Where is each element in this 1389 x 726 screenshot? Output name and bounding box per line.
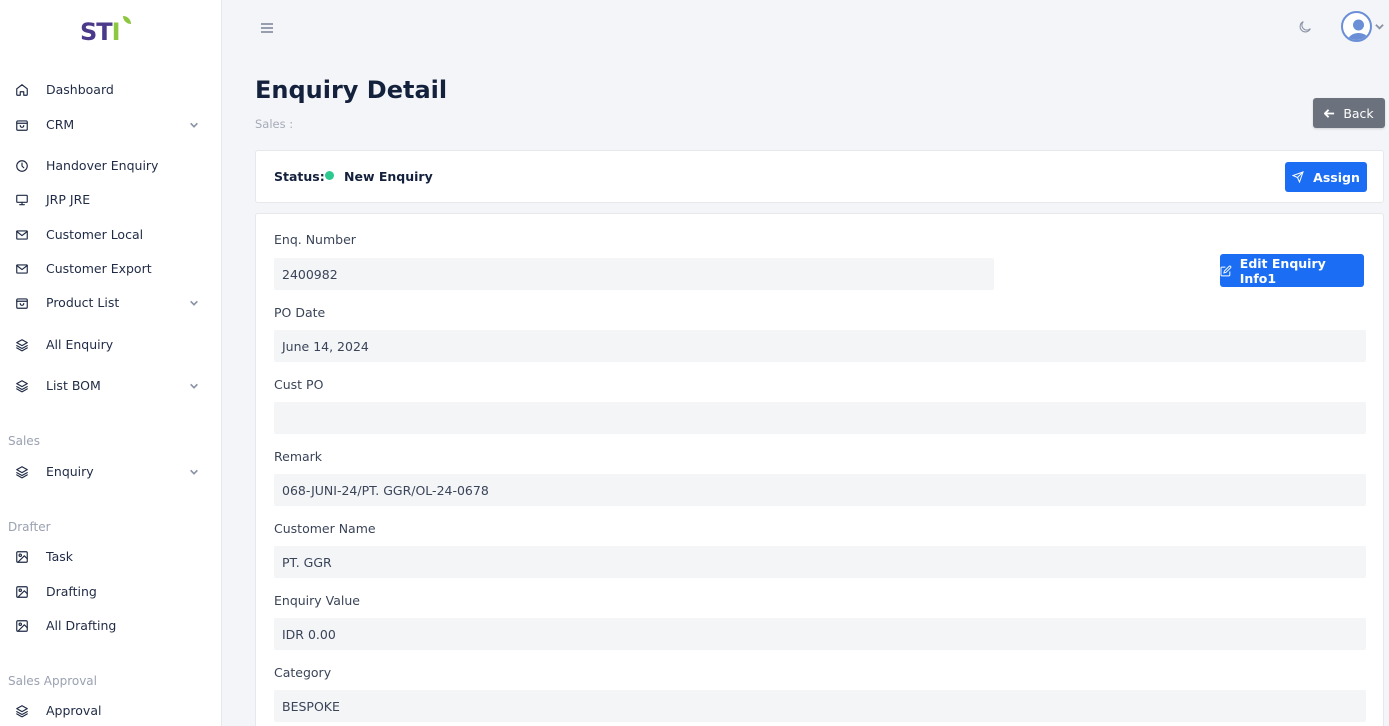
po-date-label: PO Date xyxy=(274,305,326,320)
clock-icon xyxy=(14,158,30,174)
send-icon xyxy=(1292,171,1304,183)
sidebar-item-crm[interactable]: CRM xyxy=(0,113,222,137)
chevron-down-icon[interactable] xyxy=(189,466,201,478)
breadcrumb: Sales : xyxy=(255,117,294,131)
status-dot xyxy=(325,171,334,180)
sidebar-item-enquiry[interactable]: Enquiry xyxy=(0,460,222,484)
sidebar-item-dashboard[interactable]: Dashboard xyxy=(0,78,222,102)
enq-number-field: 2400982 xyxy=(274,258,994,290)
customer-name-label: Customer Name xyxy=(274,521,376,536)
category-field: BESPOKE xyxy=(274,690,1366,722)
enquiry-detail-card: Edit Enquiry Info1 Enq. Number 2400982 P… xyxy=(255,213,1384,726)
sidebar-item-label: Dashboard xyxy=(46,82,114,97)
chevron-down-icon[interactable] xyxy=(189,297,201,309)
sidebar-item-label: JRP JRE xyxy=(46,192,91,207)
customer-name-field: PT. GGR xyxy=(274,546,1366,578)
bag-icon xyxy=(14,117,30,133)
status-card: Status: New Enquiry Assign xyxy=(255,150,1384,203)
sidebar-item-label: Customer Local xyxy=(46,227,144,242)
menu-toggle-icon[interactable] xyxy=(259,20,277,36)
sidebar-item-all-drafting[interactable]: All Drafting xyxy=(0,614,222,638)
edit-enquiry-button-label: Edit Enquiry Info1 xyxy=(1239,255,1326,286)
avatar[interactable] xyxy=(1341,11,1372,42)
mail-icon xyxy=(14,227,30,243)
sidebar-item-label: List BOM xyxy=(46,378,101,393)
user-icon xyxy=(1347,19,1370,40)
section-title-drafter: Drafter xyxy=(8,520,51,534)
sidebar-item-label: Customer Export xyxy=(46,261,152,276)
section-title-sales: Sales xyxy=(8,434,40,448)
sidebar-item-label: Enquiry xyxy=(46,464,94,479)
remark-label: Remark xyxy=(274,449,323,464)
sidebar-item-task[interactable]: Task xyxy=(0,545,222,569)
image-icon xyxy=(14,584,30,600)
chevron-down-icon[interactable] xyxy=(1375,20,1385,30)
mail-icon xyxy=(14,261,30,277)
logo-leaf xyxy=(123,16,131,24)
layers-icon xyxy=(14,378,30,394)
sidebar-item-label: Drafting xyxy=(46,584,97,599)
sidebar-item-product-list[interactable]: Product List xyxy=(0,291,222,315)
chevron-down-icon[interactable] xyxy=(189,380,201,392)
back-button-label: Back xyxy=(1343,105,1374,121)
cust-po-field xyxy=(274,402,1366,434)
status-value: New Enquiry xyxy=(344,169,433,184)
layers-icon xyxy=(14,703,30,719)
enq-number-label: Enq. Number xyxy=(274,232,356,247)
edit-enquiry-button[interactable]: Edit Enquiry Info1 xyxy=(1220,254,1364,287)
image-icon xyxy=(14,618,30,634)
enquiry-value-label: Enquiry Value xyxy=(274,593,360,608)
sidebar-item-label: All Drafting xyxy=(46,618,117,633)
layers-icon xyxy=(14,337,30,353)
sidebar-item-all-enquiry[interactable]: All Enquiry xyxy=(0,333,222,357)
status-label: Status: xyxy=(274,169,325,184)
enquiry-value-field: IDR 0.00 xyxy=(274,618,1366,650)
sidebar-item-list-bom[interactable]: List BOM xyxy=(0,374,222,398)
section-title-sales-approval: Sales Approval xyxy=(8,674,97,688)
assign-button-label: Assign xyxy=(1313,169,1360,185)
sidebar-item-customer-local[interactable]: Customer Local xyxy=(0,223,222,247)
sidebar-item-drafting[interactable]: Drafting xyxy=(0,580,222,604)
chevron-down-icon[interactable] xyxy=(189,119,201,131)
sidebar-item-label: CRM xyxy=(46,117,75,132)
arrow-left-icon xyxy=(1324,108,1335,118)
logo-text: STI xyxy=(80,18,121,46)
sidebar-item-label: Product List xyxy=(46,295,120,310)
sidebar-item-approval[interactable]: Approval xyxy=(0,699,222,723)
sidebar-item-label: All Enquiry xyxy=(46,337,114,352)
home-icon xyxy=(14,82,30,98)
edit-icon xyxy=(1220,265,1232,276)
sti-logo[interactable]: STI xyxy=(80,16,136,50)
cust-po-label: Cust PO xyxy=(274,377,324,392)
sidebar-item-jrp-jre[interactable]: JRP JRE xyxy=(0,188,222,212)
sidebar-item-label: Task xyxy=(46,549,73,564)
sidebar-item-label: Approval xyxy=(46,703,102,718)
po-date-field: June 14, 2024 xyxy=(274,330,1366,362)
back-button[interactable]: Back xyxy=(1313,98,1385,128)
assign-button[interactable]: Assign xyxy=(1285,162,1367,192)
remark-field: 068-JUNI-24/PT. GGR/OL-24-0678 xyxy=(274,474,1366,506)
moon-icon[interactable] xyxy=(1297,19,1315,37)
page-title: Enquiry Detail xyxy=(255,76,448,104)
sidebar-item-label: Handover Enquiry xyxy=(46,158,159,173)
sidebar-item-handover-enquiry[interactable]: Handover Enquiry xyxy=(0,154,222,178)
monitor-icon xyxy=(14,192,30,208)
sidebar-item-customer-export[interactable]: Customer Export xyxy=(0,257,222,281)
sidebar: STI Dashboard CRM Handover Enquiry JRP J… xyxy=(0,0,222,726)
category-label: Category xyxy=(274,665,332,680)
image-icon xyxy=(14,549,30,565)
layers-icon xyxy=(14,464,30,480)
bag-icon xyxy=(14,295,30,311)
